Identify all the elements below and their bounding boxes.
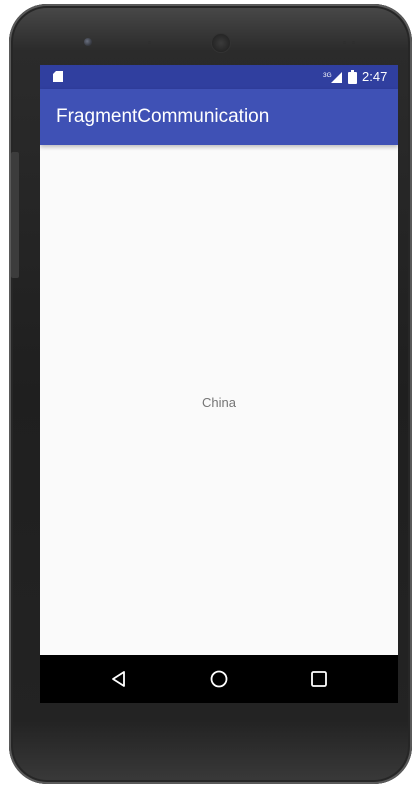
home-icon [210, 670, 228, 688]
app-title: FragmentCommunication [56, 106, 270, 127]
light-sensor [343, 41, 346, 44]
page: 3G 2:47 FragmentCommunication China [0, 0, 414, 788]
back-icon [112, 671, 125, 687]
signal-icon: 3G [323, 72, 342, 83]
navigation-bar [40, 655, 398, 703]
back-button[interactable] [89, 655, 149, 703]
status-time: 2:47 [362, 69, 388, 84]
status-bar: 3G 2:47 [40, 65, 398, 89]
proximity-sensor [148, 41, 151, 44]
sd-card-icon [53, 71, 63, 82]
fragment-content: China [40, 145, 398, 655]
device-screen: 3G 2:47 FragmentCommunication China [40, 65, 398, 703]
volume-button [11, 152, 19, 278]
country-text: China [202, 395, 236, 410]
recents-icon [311, 671, 327, 687]
home-button[interactable] [189, 655, 249, 703]
notification-led [352, 41, 355, 44]
battery-icon [348, 70, 357, 84]
app-bar: FragmentCommunication [40, 89, 398, 145]
front-camera [84, 38, 92, 46]
earpiece-speaker [212, 34, 230, 52]
recents-button[interactable] [289, 655, 349, 703]
network-type-label: 3G [323, 72, 332, 79]
